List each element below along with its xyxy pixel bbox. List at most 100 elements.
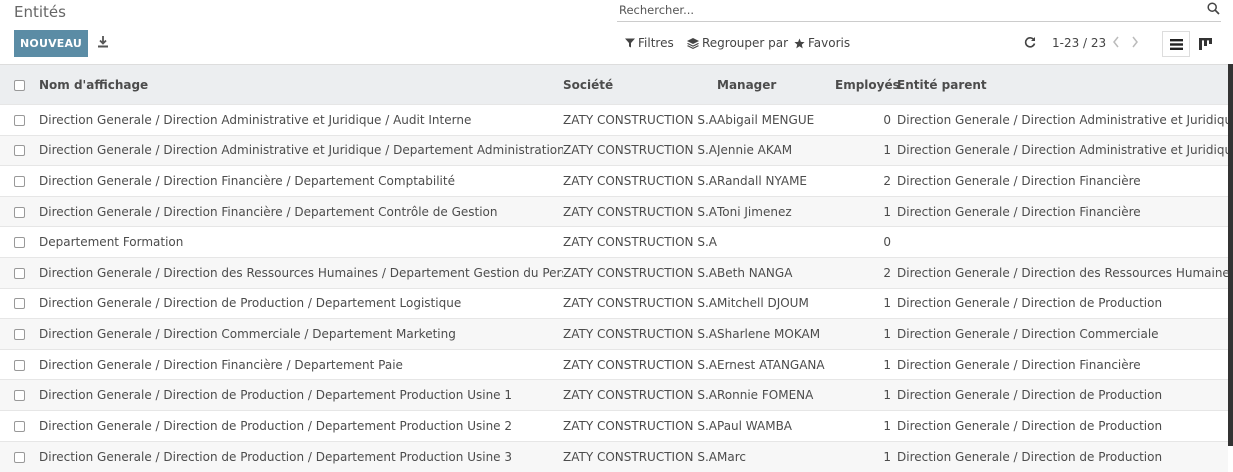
cell-name: Direction Generale / Direction des Resso… [39, 256, 563, 289]
row-checkbox[interactable] [14, 206, 25, 218]
column-header-company[interactable]: Société [563, 64, 717, 105]
cell-parent: Direction Generale / Direction Financièr… [897, 165, 1228, 197]
refresh-icon[interactable] [1024, 36, 1036, 48]
row-select-cell [0, 195, 39, 227]
cell-company: ZATY CONSTRUCTION S.A. [563, 287, 717, 319]
cell-employees: 1 [835, 379, 897, 411]
table-row[interactable]: Departement Formation ZATY CONSTRUCTION S… [0, 226, 1228, 258]
row-select-cell [0, 287, 39, 319]
cell-manager: Mitchell DJOUM [717, 287, 835, 319]
filter-icon [625, 38, 635, 48]
control-panel: Entités NOUVEAU Filtres Regrouper par Fa… [0, 0, 1233, 64]
row-checkbox[interactable] [14, 328, 25, 340]
filters-button[interactable]: Filtres [625, 36, 674, 50]
table-row[interactable]: Direction Generale / Direction Financièr… [0, 165, 1228, 197]
row-checkbox[interactable] [14, 390, 25, 402]
cell-company: ZATY CONSTRUCTION S.A. [563, 134, 717, 166]
cell-parent: Direction Generale / Direction Administr… [897, 134, 1228, 166]
vertical-scrollbar[interactable] [1228, 64, 1233, 446]
row-select-cell [0, 134, 39, 166]
list-table: Nom d'affichage Société Manager Employés… [0, 64, 1228, 472]
column-header-parent[interactable]: Entité parent [897, 64, 1228, 105]
kanban-view-button[interactable] [1191, 31, 1219, 57]
cell-employees: 1 [835, 287, 897, 319]
table-row[interactable]: Direction Generale / Direction Commercia… [0, 318, 1228, 350]
chevron-left-icon[interactable] [1111, 35, 1121, 49]
cell-company: ZATY CONSTRUCTION S.A. [563, 348, 717, 380]
download-icon[interactable] [96, 35, 110, 49]
select-all-checkbox[interactable] [14, 79, 25, 91]
cell-company: ZATY CONSTRUCTION S.A. [563, 318, 717, 350]
list-view-button[interactable] [1162, 31, 1190, 57]
new-button[interactable]: NOUVEAU [14, 30, 88, 57]
cell-parent: Direction Generale / Direction de Produc… [897, 440, 1228, 472]
select-all-cell [0, 64, 39, 105]
cell-employees: 1 [835, 134, 897, 166]
cell-employees: 2 [835, 256, 897, 289]
cell-manager: Paul WAMBA [717, 409, 835, 442]
layers-icon [687, 37, 699, 49]
row-select-cell [0, 409, 39, 442]
star-icon [794, 37, 805, 48]
row-checkbox[interactable] [14, 359, 25, 371]
table-header-row: Nom d'affichage Société Manager Employés… [0, 64, 1228, 105]
row-select-cell [0, 348, 39, 380]
group-by-button[interactable]: Regrouper par [687, 36, 788, 50]
table-row[interactable]: Direction Generale / Direction de Produc… [0, 409, 1228, 442]
table-row[interactable]: Direction Generale / Direction des Resso… [0, 256, 1228, 289]
chevron-right-icon[interactable] [1130, 35, 1140, 49]
cell-name: Direction Generale / Direction de Produc… [39, 287, 563, 319]
search-icon[interactable] [1207, 2, 1220, 15]
cell-manager: Marc [717, 440, 835, 472]
cell-parent: Direction Generale / Direction de Produc… [897, 409, 1228, 442]
column-header-manager[interactable]: Manager [717, 64, 835, 105]
favorites-button[interactable]: Favoris [794, 36, 850, 50]
favorites-label: Favoris [808, 36, 851, 50]
table-row[interactable]: Direction Generale / Direction Financièr… [0, 195, 1228, 227]
row-select-cell [0, 104, 39, 136]
row-checkbox[interactable] [14, 267, 25, 279]
table-row[interactable]: Direction Generale / Direction de Produc… [0, 287, 1228, 319]
table-row[interactable]: Direction Generale / Direction de Produc… [0, 440, 1228, 472]
pager-value[interactable]: 1-23 / 23 [1052, 36, 1106, 50]
row-checkbox[interactable] [14, 451, 25, 463]
table-row[interactable]: Direction Generale / Direction Administr… [0, 134, 1228, 166]
cell-name: Direction Generale / Direction de Produc… [39, 379, 563, 411]
cell-parent: Direction Generale / Direction Financièr… [897, 348, 1228, 380]
column-header-employees[interactable]: Employés [835, 64, 900, 105]
search-bar [617, 0, 1221, 22]
row-checkbox[interactable] [14, 298, 25, 310]
row-checkbox[interactable] [14, 175, 25, 187]
cell-name: Direction Generale / Direction Financièr… [39, 348, 563, 380]
cell-manager [717, 226, 835, 258]
list-view-icon [1169, 38, 1183, 50]
cell-manager: Beth NANGA [717, 256, 835, 289]
row-checkbox[interactable] [14, 420, 25, 432]
cell-name: Direction Generale / Direction de Produc… [39, 409, 563, 442]
cell-manager: Ronnie FOMENA [717, 379, 835, 411]
cell-company: ZATY CONSTRUCTION S.A. [563, 409, 717, 442]
column-header-name[interactable]: Nom d'affichage [39, 64, 563, 105]
cell-name: Departement Formation [39, 226, 563, 258]
row-select-cell [0, 318, 39, 350]
cell-employees: 0 [835, 226, 897, 258]
row-checkbox[interactable] [14, 145, 25, 157]
row-checkbox[interactable] [14, 237, 25, 249]
table-row[interactable]: Direction Generale / Direction Administr… [0, 104, 1228, 136]
cell-manager: Randall NYAME [717, 165, 835, 197]
cell-parent: Direction Generale / Direction Financièr… [897, 195, 1228, 227]
table-row[interactable]: Direction Generale / Direction Financièr… [0, 348, 1228, 380]
cell-manager: Abigail MENGUE [717, 104, 835, 136]
search-input[interactable] [619, 1, 1199, 19]
group-by-label: Regrouper par [702, 36, 789, 50]
cell-company: ZATY CONSTRUCTION S.A. [563, 165, 717, 197]
cell-parent: Direction Generale / Direction Administr… [897, 104, 1228, 136]
kanban-view-icon [1198, 38, 1212, 50]
row-checkbox[interactable] [14, 114, 25, 126]
cell-name: Direction Generale / Direction Administr… [39, 134, 563, 166]
table-row[interactable]: Direction Generale / Direction de Produc… [0, 379, 1228, 411]
cell-parent: Direction Generale / Direction des Resso… [897, 256, 1228, 289]
cell-company: ZATY CONSTRUCTION S.A. [563, 379, 717, 411]
cell-employees: 1 [835, 195, 897, 227]
cell-name: Direction Generale / Direction Commercia… [39, 318, 563, 350]
